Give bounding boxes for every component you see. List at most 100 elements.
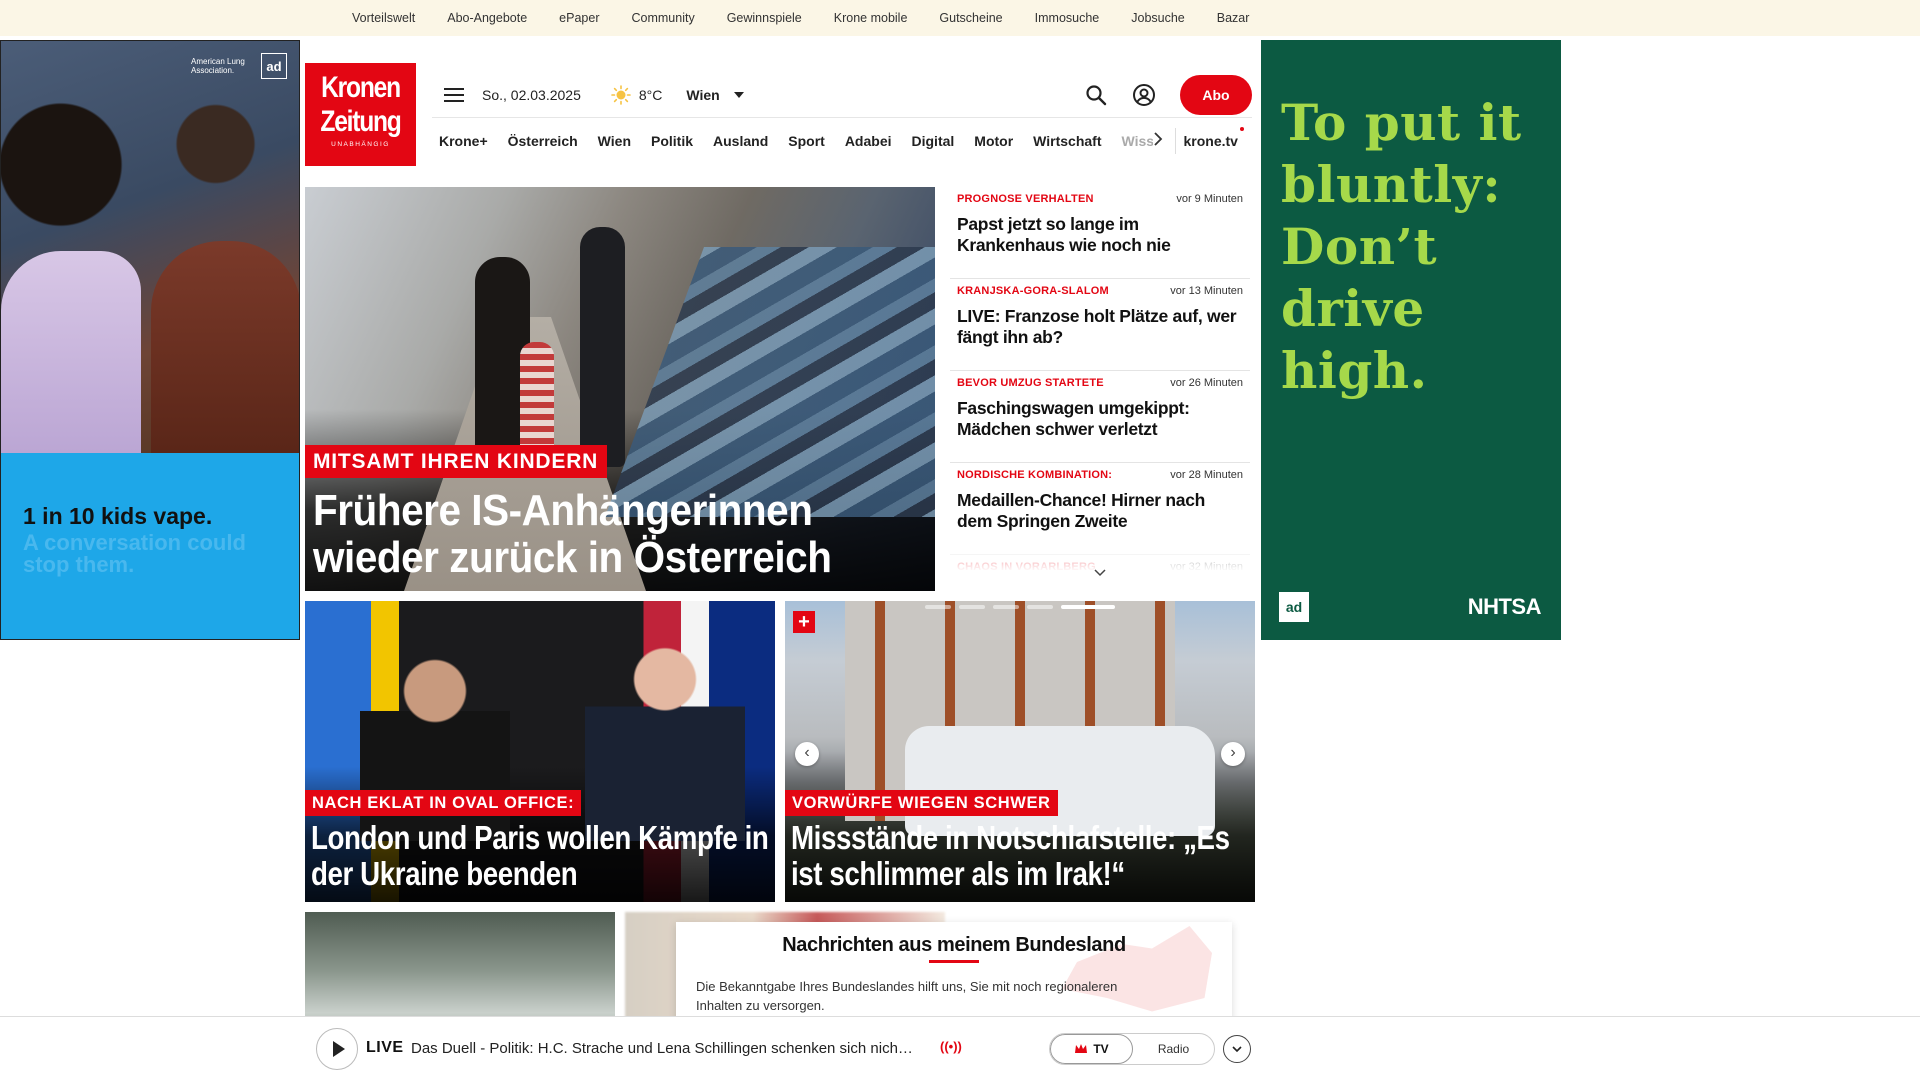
news-title[interactable]: LIVE: Franzose holt Plätze auf, wer fäng… (957, 306, 1243, 348)
nav-separator (1174, 128, 1176, 154)
chevron-left-icon[interactable]: ‹ (795, 742, 819, 766)
live-label: LIVE (366, 1039, 404, 1056)
ad-right-banner[interactable]: To put it bluntly: Don’t drive high. ad … (1261, 40, 1561, 640)
latest-news-list: PROGNOSE VERHALTEN vor 9 Minuten Papst jet… (950, 187, 1250, 572)
news-timestamp: vor 13 Minuten (1170, 285, 1243, 297)
toggle-radio-label: Radio (1157, 1042, 1190, 1056)
ad-left-figure-girl (1, 251, 141, 453)
nhtsa-logo: NHTSA (1467, 594, 1542, 619)
city-select[interactable]: Wien (686, 87, 719, 103)
hero-image-figure (580, 227, 625, 467)
slider-dot[interactable] (925, 605, 951, 609)
topbar-link[interactable]: Krone mobile (818, 11, 924, 25)
story-title[interactable]: London und Paris wollen Kämpfe in der Uk… (311, 820, 775, 892)
main-nav: Krone+ Österreich Wien Politik Ausland Sport A… (432, 124, 1252, 158)
toggle-tv-label: TV (1093, 1042, 1109, 1056)
topbar-link[interactable]: Abo-Angebote (431, 11, 543, 25)
news-timestamp: vor 26 Minuten (1170, 377, 1243, 389)
story-kicker: NACH EKLAT IN OVAL OFFICE: (305, 790, 582, 816)
news-kicker: NORDISCHE KOMBINATION: (957, 469, 1113, 481)
region-prompt-title: Nachrichten aus meinem Bundesland (782, 934, 1126, 956)
expand-player-button[interactable] (1223, 1035, 1251, 1063)
chevron-right-icon[interactable] (1153, 131, 1165, 152)
story-image-person (585, 631, 745, 841)
hero-title[interactable]: Frühere IS-Anhängerinnen wieder zurück i… (313, 487, 874, 581)
topbar-link[interactable]: Immosuche (1019, 11, 1116, 25)
top-utility-links: Vorteilswelt Abo-Angebote ePaper Community G… (336, 0, 1265, 36)
slider-dot[interactable] (993, 605, 1019, 609)
news-kicker: BEVOR UMZUG STARTETE (957, 377, 1104, 389)
abo-button[interactable]: Abo (1180, 75, 1252, 115)
crown-icon (1074, 1043, 1088, 1055)
news-title[interactable]: Medaillen-Chance! Hirner nach dem Spring… (957, 490, 1243, 532)
chevron-down-icon[interactable] (733, 92, 744, 98)
nav-item-wissen[interactable]: Wiss (1115, 133, 1153, 149)
nav-item[interactable]: Sport (781, 133, 838, 149)
nav-item[interactable]: Wien (591, 133, 644, 149)
nav-item-krone-tv-label: krone.tv (1183, 133, 1238, 149)
story-card-notschlafstelle[interactable]: + ‹ › VORWÜRFE WIEGEN SCHWER Missstände … (785, 601, 1255, 902)
current-date: So., 02.03.2025 (482, 87, 581, 103)
chevron-right-icon[interactable]: › (1221, 742, 1245, 766)
chevron-down-icon[interactable] (1093, 566, 1107, 580)
slider-dot[interactable] (1027, 605, 1053, 609)
menu-icon[interactable] (444, 87, 466, 103)
topbar-link[interactable]: Vorteilswelt (336, 11, 431, 25)
play-button[interactable] (316, 1028, 358, 1070)
ad-left-subline: A conversation could stop them. (23, 530, 246, 577)
news-title[interactable]: Faschingswagen umgekippt: Mädchen schwer… (957, 398, 1243, 440)
topbar-link[interactable]: Community (615, 11, 710, 25)
nav-item[interactable]: Motor (967, 133, 1026, 149)
nav-item[interactable]: Digital (905, 133, 968, 149)
ad-right-headline: To put it bluntly: Don’t drive high. (1281, 93, 1522, 400)
header-actions: Abo (1084, 72, 1252, 118)
nav-item[interactable]: Politik (644, 133, 706, 149)
toggle-tv[interactable]: TV (1050, 1034, 1133, 1064)
live-player-bar: LIVE Das Duell - Politik: H.C. Strache u… (0, 1016, 1920, 1080)
top-utility-bar: Vorteilswelt Abo-Angebote ePaper Community G… (0, 0, 1920, 36)
nav-item-krone-tv[interactable]: krone.tv (1183, 127, 1244, 149)
news-list-item[interactable]: BEVOR UMZUG STARTETE vor 26 Minuten Faschi… (950, 371, 1250, 463)
nav-item[interactable]: Österreich (501, 133, 591, 149)
hero-story[interactable]: MITSAMT IHREN KINDERN Frühere IS-Anhänge… (305, 187, 935, 591)
hero-image-tents (605, 247, 935, 517)
topbar-link[interactable]: Gewinnspiele (711, 11, 818, 25)
user-icon[interactable] (1132, 83, 1156, 107)
nav-item[interactable]: Wirtschaft (1026, 133, 1114, 149)
topbar-link[interactable]: ePaper (543, 11, 615, 25)
news-meta: NORDISCHE KOMBINATION: vor 28 Minuten (957, 469, 1243, 481)
hero-image-child (520, 342, 554, 462)
topbar-link[interactable]: Gutscheine (923, 11, 1018, 25)
slider-dot-active[interactable] (1061, 605, 1115, 609)
slider-dot[interactable] (959, 605, 985, 609)
topbar-link[interactable]: Jobsuche (1115, 11, 1201, 25)
logo-tagline: UNABHÄNGIG (331, 141, 390, 148)
news-list-item[interactable]: PROGNOSE VERHALTEN vor 9 Minuten Papst jet… (950, 187, 1250, 279)
news-title[interactable]: Papst jetzt so lange im Krankenhaus wie … (957, 214, 1243, 256)
broadcast-icon: ((•)) (940, 1039, 962, 1054)
tv-radio-toggle: TV Radio (1049, 1033, 1215, 1065)
kronen-zeitung-logo[interactable]: Kronen Zeitung UNABHÄNGIG (305, 63, 416, 166)
news-timestamp: vor 28 Minuten (1170, 469, 1243, 481)
ad-left-banner[interactable]: American Lung Association. ad 1 in 10 ki… (0, 40, 300, 640)
nav-items: Krone+ Österreich Wien Politik Ausland Sport A… (432, 133, 1115, 149)
logo-line-1: Kronen (321, 71, 401, 104)
search-icon[interactable] (1084, 83, 1108, 107)
story-title[interactable]: Missstände in Notschlafstelle: „Es ist s… (791, 820, 1255, 892)
ad-left-figure-boy (151, 241, 299, 453)
nav-item[interactable]: Ausland (706, 133, 781, 149)
story-kicker: VORWÜRFE WIEGEN SCHWER (785, 790, 1058, 816)
nav-item[interactable]: Krone+ (432, 133, 501, 149)
chevron-down-icon (1232, 1046, 1242, 1053)
temperature: 8°C (638, 87, 663, 103)
story-card-ukraine[interactable]: NACH EKLAT IN OVAL OFFICE: London und Pa… (305, 601, 775, 902)
toggle-radio[interactable]: Radio (1133, 1034, 1214, 1064)
topbar-link[interactable]: Bazar (1201, 11, 1266, 25)
nav-item[interactable]: Adabei (838, 133, 905, 149)
ad-left-logos: American Lung Association. ad (191, 53, 287, 79)
news-list-item[interactable]: KRANJSKA-GORA-SLALOM vor 13 Minuten LIVE: … (950, 279, 1250, 371)
news-meta: KRANJSKA-GORA-SLALOM vor 13 Minuten (957, 285, 1243, 297)
live-stream-title[interactable]: Das Duell - Politik: H.C. Strache und Le… (411, 1040, 913, 1057)
ad-left-headline: 1 in 10 kids vape. (23, 503, 213, 529)
region-prompt-text: Die Bekanntgabe Ihres Bundeslandes hilft… (696, 979, 1118, 1013)
